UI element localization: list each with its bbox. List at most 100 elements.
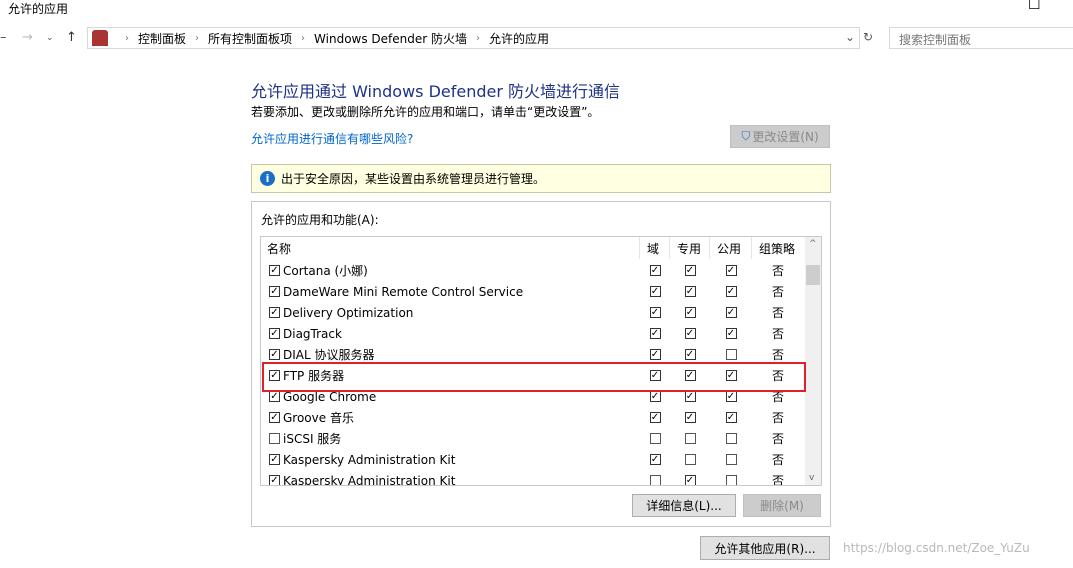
page-title: 允许应用通过 Windows Defender 防火墙进行通信 <box>251 82 621 101</box>
info-text: 出于安全原因，某些设置由系统管理员进行管理。 <box>281 172 546 186</box>
column-policy[interactable]: 组策略 <box>759 237 795 259</box>
checkbox[interactable]: ✓ <box>684 265 696 276</box>
checkbox[interactable]: ✓ <box>649 328 661 339</box>
policy-value: 否 <box>771 264 784 278</box>
list-label: 允许的应用和功能(A): <box>261 213 379 227</box>
scroll-up-icon[interactable]: ^ <box>809 239 817 249</box>
checkbox[interactable]: ✓ <box>725 328 737 339</box>
app-name: Kaspersky Administration Kit <box>283 473 456 486</box>
window-title: 允许的应用 <box>8 2 69 16</box>
list-scrollbar[interactable]: ^ v <box>805 237 821 485</box>
breadcrumb-item[interactable]: Windows Defender 防火墙 <box>314 30 467 47</box>
policy-value: 否 <box>771 411 784 425</box>
checkbox[interactable]: ✓ <box>649 391 661 402</box>
checkbox[interactable]: ✓ <box>725 286 737 297</box>
column-private[interactable]: 专用 <box>677 237 701 259</box>
info-banner: i 出于安全原因，某些设置由系统管理员进行管理。 <box>251 164 831 193</box>
breadcrumb-item[interactable]: 所有控制面板项 <box>208 30 292 47</box>
policy-value: 否 <box>771 453 784 467</box>
change-settings-button[interactable]: ⛉ 更改设置(N) <box>730 125 830 148</box>
checkbox[interactable]: ✓ <box>649 412 661 423</box>
table-row[interactable]: ✓ Groove 音乐 ✓ ✓ ✓ 否 <box>261 407 806 428</box>
checkbox[interactable]: ✓ <box>684 391 696 402</box>
checkbox[interactable]: ✓ <box>269 454 280 465</box>
checkbox[interactable] <box>649 433 661 444</box>
checkbox[interactable]: ✓ <box>269 349 280 360</box>
column-public[interactable]: 公用 <box>717 237 741 259</box>
table-row[interactable]: ✓ Cortana (小娜) ✓ ✓ ✓ 否 <box>261 260 806 281</box>
checkbox[interactable]: ✓ <box>725 307 737 318</box>
page-subtitle: 若要添加、更改或删除所允许的应用和端口，请单击“更改设置”。 <box>251 105 600 119</box>
checkbox[interactable]: ✓ <box>269 286 280 297</box>
table-row[interactable]: ✓ Delivery Optimization ✓ ✓ ✓ 否 <box>261 302 806 323</box>
back-icon[interactable]: – <box>0 30 7 45</box>
table-row[interactable]: ✓ DameWare Mini Remote Control Service ✓ ✓ ✓… <box>261 281 806 302</box>
checkbox[interactable]: ✓ <box>684 475 696 485</box>
column-name[interactable]: 名称 <box>267 237 291 259</box>
table-row[interactable]: iSCSI 服务 否 <box>261 428 806 449</box>
details-button[interactable]: 详细信息(L)... <box>632 494 736 517</box>
checkbox[interactable] <box>649 475 661 485</box>
app-name: Delivery Optimization <box>283 305 414 320</box>
policy-value: 否 <box>771 474 784 486</box>
column-domain[interactable]: 域 <box>647 237 659 259</box>
refresh-icon[interactable]: ↻ <box>863 30 873 44</box>
checkbox[interactable]: ✓ <box>725 391 737 402</box>
risk-link[interactable]: 允许应用进行通信有哪些风险? <box>251 130 413 147</box>
checkbox[interactable]: ✓ <box>684 328 696 339</box>
checkbox[interactable]: ✓ <box>649 454 661 465</box>
checkbox[interactable]: ✓ <box>649 286 661 297</box>
remove-button[interactable]: 删除(M) <box>743 494 821 517</box>
scroll-thumb[interactable] <box>806 265 820 285</box>
search-input[interactable]: 搜索控制面板 <box>889 27 1073 49</box>
policy-value: 否 <box>771 306 784 320</box>
maximize-button[interactable]: ☐ <box>1028 0 1041 13</box>
checkbox[interactable] <box>684 454 696 465</box>
address-bar[interactable]: › 控制面板 › 所有控制面板项 › Windows Defender 防火墙 › 允许… <box>87 27 860 49</box>
breadcrumb-item[interactable]: 允许的应用 <box>489 30 549 47</box>
checkbox[interactable]: ✓ <box>649 307 661 318</box>
up-icon[interactable]: ↑ <box>66 30 77 45</box>
app-name: Kaspersky Administration Kit <box>283 452 456 467</box>
scroll-down-icon[interactable]: v <box>809 473 814 483</box>
checkbox[interactable]: ✓ <box>684 349 696 360</box>
breadcrumb-item[interactable]: 控制面板 <box>138 30 186 47</box>
forward-icon[interactable]: → <box>22 30 33 45</box>
watermark: https://blog.csdn.net/Zoe_YuZu <box>843 541 1030 555</box>
app-name: Cortana (小娜) <box>283 264 368 278</box>
checkbox[interactable]: ✓ <box>269 391 280 402</box>
checkbox[interactable]: ✓ <box>269 475 280 485</box>
checkbox[interactable]: ✓ <box>725 412 737 423</box>
highlight-box <box>262 362 806 392</box>
checkbox[interactable]: ✓ <box>649 265 661 276</box>
app-name: Groove 音乐 <box>283 411 354 425</box>
allow-other-app-button[interactable]: 允许其他应用(R)... <box>700 536 830 560</box>
recent-chevron-icon[interactable]: ⌄ <box>46 33 54 43</box>
checkbox[interactable] <box>725 433 737 444</box>
checkbox[interactable]: ✓ <box>684 412 696 423</box>
table-row[interactable]: ✓ DiagTrack ✓ ✓ ✓ 否 <box>261 323 806 344</box>
checkbox[interactable]: ✓ <box>269 328 280 339</box>
table-row[interactable]: ✓ Kaspersky Administration Kit ✓ 否 <box>261 470 806 486</box>
app-name: iSCSI 服务 <box>283 432 342 446</box>
shield-icon: ⛉ <box>741 129 751 143</box>
apps-list: 名称 域 专用 公用 组策略 ^ v ✓ Cortana (小娜) ✓ ✓ ✓ 否 ✓ Dam… <box>260 236 822 486</box>
checkbox[interactable]: ✓ <box>725 265 737 276</box>
checkbox[interactable] <box>725 454 737 465</box>
checkbox[interactable]: ✓ <box>649 349 661 360</box>
checkbox[interactable]: ✓ <box>269 412 280 423</box>
checkbox[interactable] <box>684 433 696 444</box>
checkbox[interactable] <box>725 349 737 360</box>
address-dropdown-icon[interactable]: ⌄ <box>845 30 855 44</box>
checkbox[interactable]: ✓ <box>684 286 696 297</box>
policy-value: 否 <box>771 432 784 446</box>
checkbox[interactable]: ✓ <box>684 307 696 318</box>
checkbox[interactable]: ✓ <box>269 265 280 276</box>
checkbox[interactable] <box>269 433 280 444</box>
app-name: DameWare Mini Remote Control Service <box>283 284 524 299</box>
app-name: DIAL 协议服务器 <box>283 348 375 362</box>
checkbox[interactable] <box>725 475 737 485</box>
checkbox[interactable]: ✓ <box>269 307 280 318</box>
change-settings-label: 更改设置(N) <box>752 130 819 144</box>
table-row[interactable]: ✓ Kaspersky Administration Kit ✓ 否 <box>261 449 806 470</box>
